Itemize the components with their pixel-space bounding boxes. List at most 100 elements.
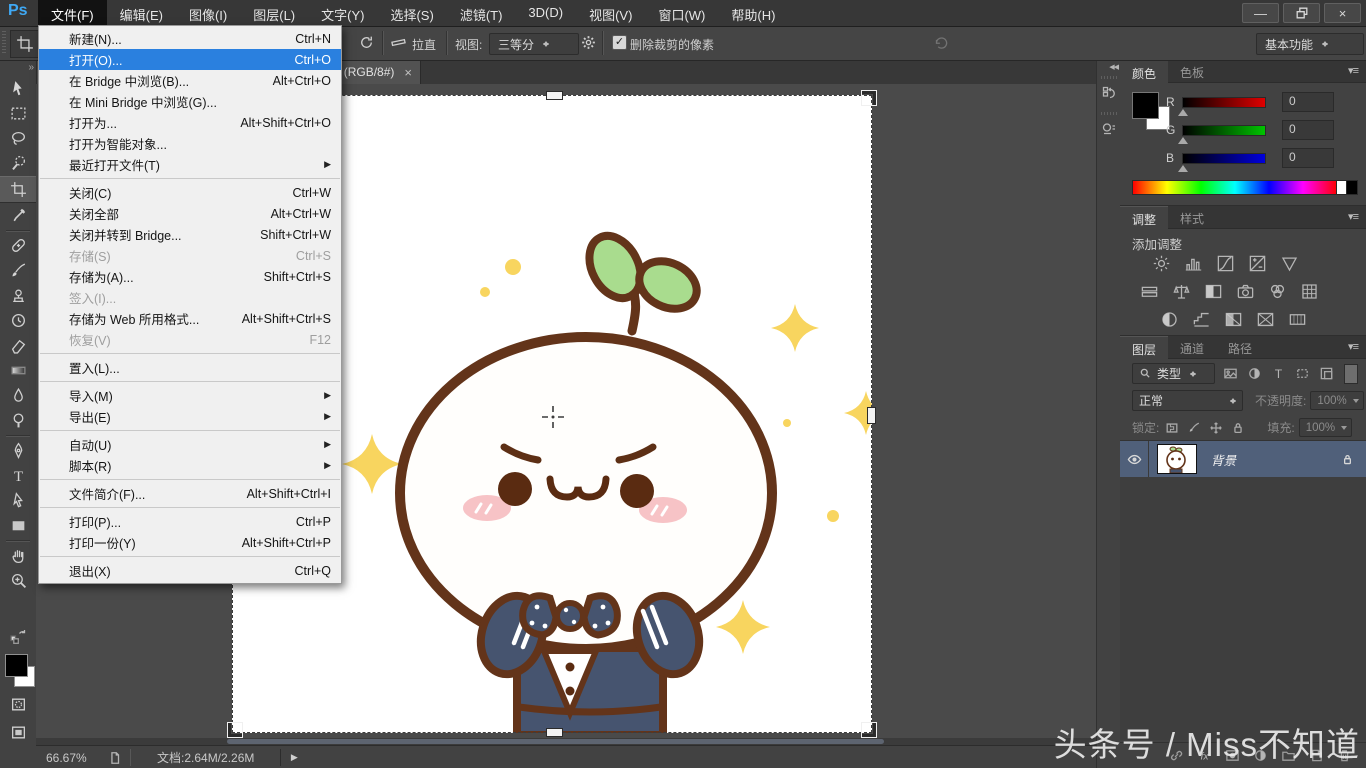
tab-色板[interactable]: 色板 xyxy=(1168,60,1216,82)
slider-thumb-icon[interactable] xyxy=(1178,132,1188,144)
lock-position[interactable] xyxy=(1209,421,1223,435)
document-size-field[interactable]: 文档:2.64M/2.26M xyxy=(130,749,281,766)
tab-图层[interactable]: 图层 xyxy=(1120,336,1168,359)
tab-颜色[interactable]: 颜色 xyxy=(1120,60,1168,83)
zoom-tool[interactable] xyxy=(0,568,36,593)
file-menu-item[interactable]: 关闭(C)Ctrl+W xyxy=(39,182,341,203)
tool-preset-crop[interactable] xyxy=(10,30,40,58)
file-menu-item[interactable]: 在 Mini Bridge 中浏览(G)... xyxy=(39,91,341,112)
vibrance-adjustment[interactable] xyxy=(1280,254,1299,273)
crop-overlay-select[interactable]: 三等分 xyxy=(489,33,579,55)
type-tool[interactable]: T xyxy=(0,463,36,488)
file-menu-item[interactable]: 自动(U)▶ xyxy=(39,434,341,455)
menu-item-6[interactable]: 滤镜(T) xyxy=(447,0,516,26)
brush-tool[interactable] xyxy=(0,258,36,283)
file-menu-item[interactable]: 关闭全部Alt+Ctrl+W xyxy=(39,203,341,224)
channel-mixer-adjustment[interactable] xyxy=(1268,282,1287,301)
crop-handle-bottom-left[interactable] xyxy=(228,723,242,737)
brightness-contrast-adjustment[interactable] xyxy=(1152,254,1171,273)
selective-color-adjustment[interactable] xyxy=(1256,310,1275,329)
fill-value[interactable]: 100% xyxy=(1299,418,1352,437)
crop-handle-bottom[interactable] xyxy=(546,728,563,737)
reset-icon[interactable] xyxy=(932,34,950,52)
lock-transparent-pixels[interactable] xyxy=(1165,421,1179,435)
crop-handle-right[interactable] xyxy=(867,407,876,424)
menu-file[interactable]: 文件(F) xyxy=(38,0,107,26)
channel-slider[interactable] xyxy=(1182,125,1266,136)
straighten-label[interactable]: 拉直 xyxy=(412,36,436,53)
layer-row-background[interactable]: 背景 xyxy=(1120,440,1366,478)
lock-image-pixels[interactable] xyxy=(1187,421,1201,435)
rotate-crop-icon[interactable] xyxy=(358,34,375,51)
hue-saturation-adjustment[interactable] xyxy=(1140,282,1159,301)
curves-adjustment[interactable] xyxy=(1216,254,1235,273)
color-lookup-adjustment[interactable] xyxy=(1300,282,1319,301)
photo-filter-adjustment[interactable] xyxy=(1236,282,1255,301)
channel-slider[interactable] xyxy=(1182,97,1266,108)
path-select-tool[interactable] xyxy=(0,488,36,513)
gradient-tool[interactable] xyxy=(0,358,36,383)
panel-menu-icon[interactable]: ▾≡ xyxy=(1348,206,1366,228)
file-menu-item[interactable]: 文件简介(F)...Alt+Shift+Ctrl+I xyxy=(39,483,341,504)
dodge-tool[interactable] xyxy=(0,408,36,433)
crop-tool[interactable] xyxy=(0,176,36,203)
tab-路径[interactable]: 路径 xyxy=(1216,336,1264,358)
zoom-level[interactable]: 66.67% xyxy=(46,751,108,765)
filter-toggle[interactable] xyxy=(1344,364,1358,384)
levels-adjustment[interactable] xyxy=(1184,254,1203,273)
opacity-value[interactable]: 100% xyxy=(1310,391,1363,410)
hand-tool[interactable] xyxy=(0,543,36,568)
layer-visibility-eye-icon[interactable] xyxy=(1120,441,1149,477)
close-button[interactable]: × xyxy=(1324,3,1361,23)
channel-slider[interactable] xyxy=(1182,153,1266,164)
history-panel-icon[interactable] xyxy=(1099,82,1119,104)
gear-icon[interactable] xyxy=(580,34,597,51)
workspace-select[interactable]: 基本功能 xyxy=(1256,33,1364,55)
crop-handle-top-right[interactable] xyxy=(862,91,876,105)
healing-tool[interactable] xyxy=(0,233,36,258)
panel-menu-icon[interactable]: ▾≡ xyxy=(1348,336,1366,358)
menu-item-9[interactable]: 窗口(W) xyxy=(645,0,718,26)
minimize-button[interactable]: — xyxy=(1242,3,1279,23)
file-menu-item[interactable]: 打开为...Alt+Shift+Ctrl+O xyxy=(39,112,341,133)
panel-foreground-swatch[interactable] xyxy=(1132,92,1159,119)
quick-select-tool[interactable] xyxy=(0,151,36,176)
file-menu-item[interactable]: 打印一份(Y)Alt+Shift+Ctrl+P xyxy=(39,532,341,553)
color-balance-adjustment[interactable] xyxy=(1172,282,1191,301)
file-menu-item[interactable]: 在 Bridge 中浏览(B)...Alt+Ctrl+O xyxy=(39,70,341,91)
blur-tool[interactable] xyxy=(0,383,36,408)
default-swap-colors-icon[interactable] xyxy=(0,628,36,644)
invert-adjustment[interactable] xyxy=(1160,310,1179,329)
file-menu-item[interactable]: 存储为 Web 所用格式...Alt+Shift+Ctrl+S xyxy=(39,308,341,329)
file-menu-item[interactable]: 打印(P)...Ctrl+P xyxy=(39,511,341,532)
file-menu-item[interactable]: 存储为(A)...Shift+Ctrl+S xyxy=(39,266,341,287)
file-menu-item[interactable]: 导入(M)▶ xyxy=(39,385,341,406)
threshold-adjustment[interactable] xyxy=(1224,310,1243,329)
blend-mode-select[interactable]: 正常 xyxy=(1132,390,1243,411)
menu-item-3[interactable]: 图层(L) xyxy=(240,0,308,26)
pixel-layer-filter[interactable] xyxy=(1223,366,1238,381)
history-brush-tool[interactable] xyxy=(0,308,36,333)
adjustment-layer-filter[interactable] xyxy=(1247,366,1262,381)
move-tool[interactable] xyxy=(0,76,36,101)
shape-tool[interactable] xyxy=(0,513,36,538)
channel-value[interactable]: 0 xyxy=(1282,92,1334,112)
spectrum-black-swatch[interactable] xyxy=(1346,180,1358,195)
menu-item-5[interactable]: 选择(S) xyxy=(377,0,446,26)
straighten-icon[interactable] xyxy=(390,34,407,51)
properties-panel-icon[interactable] xyxy=(1099,118,1119,140)
eyedropper-tool[interactable] xyxy=(0,203,36,228)
tab-调整[interactable]: 调整 xyxy=(1120,206,1168,229)
tab-通道[interactable]: 通道 xyxy=(1168,336,1216,358)
tab-样式[interactable]: 样式 xyxy=(1168,206,1216,228)
pen-tool[interactable] xyxy=(0,438,36,463)
file-menu-item[interactable]: 新建(N)...Ctrl+N xyxy=(39,28,341,49)
file-menu-item[interactable]: 脚本(R)▶ xyxy=(39,455,341,476)
gradient-map-adjustment[interactable] xyxy=(1288,310,1307,329)
marquee-tool[interactable] xyxy=(0,101,36,126)
menu-item-10[interactable]: 帮助(H) xyxy=(718,0,788,26)
file-menu-item[interactable]: 关闭并转到 Bridge...Shift+Ctrl+W xyxy=(39,224,341,245)
screen-mode-icon[interactable] xyxy=(0,724,36,741)
crop-handle-top[interactable] xyxy=(546,91,563,100)
toolbar-collapse-icon[interactable]: » xyxy=(28,62,32,73)
